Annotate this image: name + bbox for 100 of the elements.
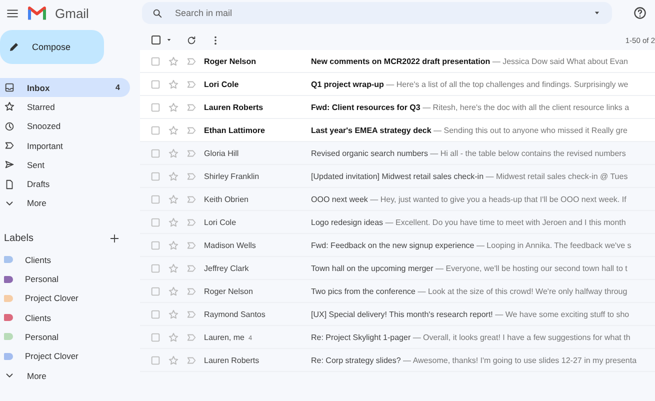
label-arrow-icon — [186, 216, 197, 228]
label-item[interactable]: Personal — [0, 327, 130, 347]
email-summary: [UX] Special delivery! This month's research report! — We have some exciting stuff to sho — [311, 310, 630, 318]
email-summary: Logo redesign ideas — Excellent. Do you have time to meet with Jeroen and I this month — [311, 218, 626, 226]
label-arrow-icon — [186, 56, 197, 66]
sender-name: Keith Obrien — [204, 194, 248, 204]
labels-heading: Labels — [4, 233, 34, 244]
folder-item[interactable]: More — [0, 194, 130, 214]
folder-item[interactable]: Drafts — [0, 174, 130, 194]
compose-button[interactable]: Compose — [0, 30, 104, 64]
checkbox-icon — [150, 216, 161, 228]
checkbox-icon — [150, 332, 161, 342]
folder-item[interactable]: Snoozed — [0, 116, 130, 136]
send-icon — [4, 159, 15, 170]
email-summary: Q1 project wrap-up — Here's a list of all the top challenges and findings. Surprisingly we — [311, 80, 628, 88]
email-row[interactable]: Roger Nelson Two pics from the conference — Look at the size of this crowd! We're only halfway throug — [140, 280, 655, 303]
pencil-icon — [8, 41, 20, 53]
email-row[interactable]: Gloria Hill Revised organic search numbers — Hi all - the table below contains the revised numbers — [140, 142, 655, 165]
folder-item[interactable]: Starred — [0, 97, 130, 117]
select-checkbox-icon — [150, 34, 162, 46]
email-row[interactable]: Madison Wells Fwd: Feedback on the new signup experience — Looping in Annika. The feedback we've s — [140, 234, 655, 257]
star-icon — [168, 354, 179, 366]
email-summary: Last year's EMEA strategy deck — Sending this out to anyone who missed it Really gre — [311, 126, 628, 134]
email-row[interactable]: Roger Nelson New comments on MCR2022 draft presentation — Jessica Dow said What about Evan — [140, 50, 655, 73]
email-row[interactable]: Lori Cole Logo redesign ideas — Excellent. Do you have time to meet with Jeroen and I this month — [140, 211, 655, 234]
checkbox-icon — [150, 102, 161, 112]
star-icon — [168, 308, 179, 320]
email-row[interactable]: Lori Cole Q1 project wrap-up — Here's a list of all the top challenges and findings. Surprisingly we — [140, 73, 655, 96]
star-icon — [168, 56, 179, 66]
label-arrow-icon — [186, 262, 197, 274]
star-icon — [168, 240, 179, 250]
label-arrow-icon — [4, 140, 15, 152]
folder-item[interactable]: Inbox 4 — [0, 78, 130, 98]
email-row[interactable]: Raymond Santos [UX] Special delivery! This month's research report! — We have some exciting stuff to sho — [140, 303, 655, 326]
email-row[interactable]: Lauren Roberts Fwd: Client resources for Q3 — Ritesh, here's the doc with all the client resource links a — [140, 96, 655, 119]
star-icon — [168, 170, 179, 182]
sender-name: Raymond Santos — [204, 310, 266, 318]
checkbox-icon — [150, 308, 161, 320]
search-bar[interactable]: Search in mail — [142, 2, 612, 24]
email-row[interactable]: Keith Obrien OOO next week — Hey, just wanted to give you a heads-up that I'll be OOO next week. If — [140, 188, 655, 211]
email-row[interactable]: Jeffrey Clark Town hall on the upcoming merger — Everyone, we'll be hosting our second town hall to t — [140, 257, 655, 280]
email-summary: Town hall on the upcoming merger — Everyone, we'll be hosting our second town hall to t — [311, 264, 628, 272]
star-icon — [168, 102, 179, 112]
label-item[interactable]: Project Clover — [0, 346, 130, 366]
search-icon — [152, 8, 163, 18]
label-arrow-icon — [186, 240, 197, 250]
menu-icon — [6, 6, 19, 20]
email-summary: Two pics from the conference — Look at the size of this crowd! We're only halfway throug — [311, 286, 628, 296]
star-icon — [4, 101, 15, 112]
label-item[interactable]: Project Clover — [0, 288, 130, 308]
star-icon — [168, 78, 179, 90]
folder-item[interactable]: Sent — [0, 155, 130, 174]
checkbox-icon — [150, 354, 161, 366]
checkbox-icon — [150, 170, 161, 182]
label-arrow-icon — [186, 354, 197, 366]
email-summary: Fwd: Feedback on the new signup experience — Looping in Annika. The feedback we've s — [311, 240, 632, 250]
sender-name: Lori Cole — [204, 80, 239, 88]
sender-name: Lauren Roberts — [204, 102, 264, 112]
label-item[interactable]: Clients — [0, 308, 130, 328]
more-labels-item[interactable]: More — [0, 366, 130, 386]
label-arrow-icon — [186, 286, 197, 296]
star-icon — [168, 148, 179, 158]
document-icon — [4, 178, 15, 190]
star-icon — [168, 286, 179, 296]
email-row[interactable]: Shirley Franklin [Updated invitation] Midwest retail sales check-in — Midwest retail sales check-in @ Tues — [140, 165, 655, 188]
email-row[interactable]: Lauren Roberts Re: Corp strategy slides? — Awesome, thanks! I'm going to use slides 12-27 in my presenta — [140, 349, 655, 372]
checkbox-icon — [150, 194, 161, 204]
label-arrow-icon — [186, 78, 197, 90]
sender-name: Shirley Franklin — [204, 172, 260, 180]
refresh-icon — [186, 34, 197, 46]
label-item[interactable]: Personal — [0, 269, 130, 289]
label-arrow-icon — [186, 332, 197, 342]
app-name: Gmail — [55, 6, 89, 20]
checkbox-icon — [150, 286, 161, 296]
label-item[interactable]: Clients — [0, 250, 130, 270]
checkbox-icon — [150, 124, 161, 136]
inbox-icon — [4, 82, 15, 94]
help-icon — [633, 6, 647, 20]
email-summary: Re: Project Skylight 1-pager — Overall, it looks great! I have a few suggestions for what th — [311, 332, 630, 342]
email-row[interactable]: Ethan Lattimore Last year's EMEA strategy deck — Sending this out to anyone who missed it Really gre — [140, 119, 655, 142]
email-summary: Fwd: Client resources for Q3 — Ritesh, here's the doc with all the client resource links a — [311, 102, 630, 112]
sender-name: Roger Nelson — [204, 286, 253, 296]
email-summary: New comments on MCR2022 draft presentation — Jessica Dow said What about Evan — [311, 56, 628, 66]
sender-name: Roger Nelson — [204, 56, 256, 66]
label-arrow-icon — [186, 102, 197, 112]
sender-name: Lori Cole — [204, 218, 236, 226]
sender-name: Lauren, me — [204, 332, 244, 342]
checkbox-icon — [150, 262, 161, 274]
label-arrow-icon — [186, 148, 197, 158]
label-arrow-icon — [186, 124, 197, 136]
checkbox-icon — [150, 240, 161, 250]
search-field[interactable]: Search in mail — [173, 7, 582, 19]
star-icon — [168, 262, 179, 274]
folder-item[interactable]: Important — [0, 136, 130, 156]
checkbox-icon — [150, 78, 161, 90]
sender-name: Lauren Roberts — [204, 356, 260, 364]
email-summary: OOO next week — Hey, just wanted to give you a heads-up that I'll be OOO next week. If — [311, 194, 626, 204]
star-icon — [168, 124, 179, 136]
sender-name: Gloria Hill — [204, 148, 239, 158]
label-arrow-icon — [186, 308, 197, 320]
